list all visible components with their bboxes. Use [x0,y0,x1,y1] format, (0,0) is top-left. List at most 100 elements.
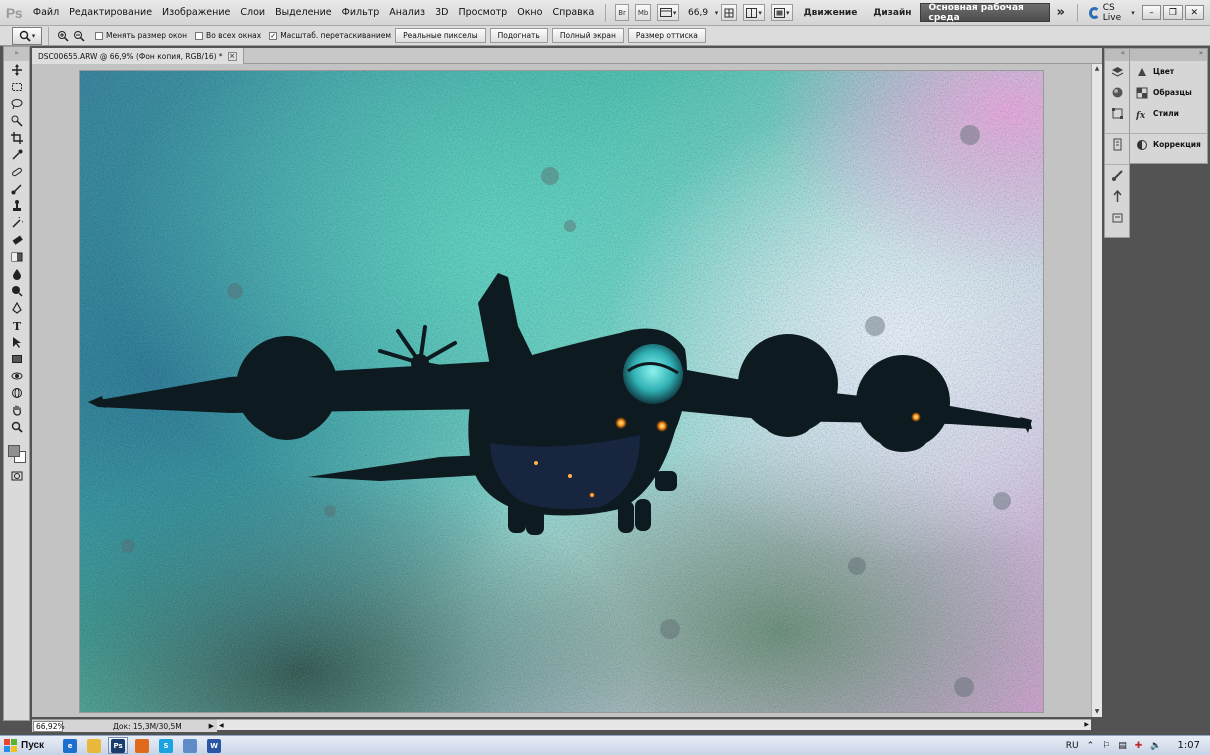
menu-item[interactable]: 3D [430,7,453,18]
pen-tool[interactable] [4,299,29,316]
photoshop-app[interactable]: Ps [108,737,129,754]
minimize-button[interactable]: – [1141,5,1162,20]
menu-item[interactable]: Выделение [270,7,337,18]
color-swatches[interactable] [4,439,29,467]
3d-orbit-tool[interactable] [4,384,29,401]
layers-icon[interactable] [1105,61,1129,82]
shape-tool[interactable] [4,350,29,367]
zoom-tool[interactable] [4,418,29,435]
language-indicator[interactable]: RU [1066,741,1079,751]
brush-tool[interactable] [4,180,29,197]
3d-rotate-tool[interactable] [4,367,29,384]
print-size-button[interactable]: Размер оттиска [627,28,706,43]
scroll-up-icon[interactable]: ▲ [1092,64,1102,74]
start-button[interactable]: Пуск [0,737,52,755]
close-tab-icon[interactable]: × [227,51,237,61]
menu-item[interactable]: Анализ [384,7,430,18]
menu-item[interactable]: Фильтр [337,7,385,18]
paths-icon[interactable] [1105,103,1129,124]
skype-app[interactable]: S [156,737,176,754]
tools-panel-header[interactable]: » [4,47,29,61]
move-tool[interactable] [4,61,29,78]
vertical-scrollbar[interactable]: ▲ ▼ [1091,64,1102,717]
scroll-left-icon[interactable]: ◀ [217,722,224,729]
network-icon[interactable]: ▤ [1118,741,1127,751]
firefox-app[interactable] [132,737,152,754]
workspace-motion[interactable]: Движение [796,8,866,18]
menu-item[interactable]: Слои [235,7,270,18]
actual-pixels-button[interactable]: Реальные пикселы [395,28,486,43]
status-menu-icon[interactable]: ▶ [209,722,214,730]
more-workspaces-button[interactable]: » [1050,5,1070,20]
fill-screen-button[interactable]: Полный экран [551,28,624,43]
menu-item[interactable]: Просмотр [453,7,512,18]
volume-icon[interactable]: 🔈 [1150,741,1161,751]
menu-item[interactable]: Файл [28,7,64,18]
history-icon[interactable] [1105,134,1129,155]
quick-mask-button[interactable] [4,467,29,484]
gradient-tool[interactable] [4,248,29,265]
cs-live-button[interactable]: CS Live ▾ [1084,3,1140,23]
zoom-out-icon[interactable] [73,30,85,42]
chevron-down-icon[interactable]: ▾ [715,9,719,17]
panel-dock-header[interactable]: » [1130,49,1207,61]
panel-swatches[interactable]: Образцы [1130,82,1207,103]
eraser-tool[interactable] [4,231,29,248]
foreground-color-swatch[interactable] [8,445,20,457]
tool-presets-icon[interactable] [1105,207,1129,228]
clock[interactable]: 1:07 [1178,740,1200,751]
zoom-field[interactable]: 66,92% [33,720,65,732]
ie-app[interactable]: e [60,737,80,754]
tray-expand-icon[interactable]: ⌃ [1087,741,1095,751]
menu-item[interactable]: Окно [512,7,547,18]
horizontal-scrollbar[interactable]: ◀ ▶ [217,719,1091,730]
eyedropper-tool[interactable] [4,146,29,163]
marquee-tool[interactable] [4,78,29,95]
workspace-design[interactable]: Дизайн [865,8,919,18]
scroll-right-icon[interactable]: ▶ [1084,721,1089,728]
explorer-app[interactable] [84,737,104,754]
document-tab[interactable]: DSC00655.ARW @ 66,9% (Фон копия, RGB/16)… [32,48,244,64]
menu-item[interactable]: Справка [547,7,599,18]
resize-windows-checkbox[interactable]: Менять размер окон [95,31,187,40]
bridge-button[interactable]: Br [615,4,629,21]
canvas-area[interactable] [32,64,1091,717]
arrange-documents-button[interactable]: ▾ [743,4,765,21]
document-image[interactable] [80,71,1043,712]
clone-stamp-tool[interactable] [4,197,29,214]
hand-tool-button[interactable] [721,4,738,21]
action-center-icon[interactable]: ⚐ [1102,741,1110,751]
mini-bridge-button[interactable]: Mb [634,4,652,21]
security-icon[interactable]: ✚ [1135,741,1143,751]
history-brush-tool[interactable] [4,214,29,231]
panel-color[interactable]: Цвет [1130,61,1207,82]
menu-item[interactable]: Изображение [157,7,235,18]
panel-adjustments[interactable]: Коррекция [1130,134,1207,155]
type-tool[interactable]: T [4,316,29,333]
word-app[interactable]: W [204,737,224,754]
restore-button[interactable]: ❐ [1163,5,1183,20]
scroll-down-icon[interactable]: ▼ [1092,707,1102,717]
menu-item[interactable]: Редактирование [64,7,157,18]
zoom-in-icon[interactable] [57,30,69,42]
panel-dock-header[interactable]: « [1105,49,1129,61]
lasso-tool[interactable] [4,95,29,112]
crop-tool[interactable] [4,129,29,146]
quick-select-tool[interactable] [4,112,29,129]
spot-healing-tool[interactable] [4,163,29,180]
channels-icon[interactable] [1105,82,1129,103]
scrubby-zoom-checkbox[interactable]: ✓ Масштаб. перетаскиванием [269,31,391,40]
view-extras-button[interactable]: ▾ [657,4,680,21]
screen-mode-button[interactable]: ▾ [770,4,793,21]
zoom-level-select[interactable]: 66,9 [682,8,713,18]
hand-tool[interactable] [4,401,29,418]
brushes-icon[interactable] [1105,165,1129,186]
close-button[interactable]: ✕ [1184,5,1205,20]
fit-screen-button[interactable]: Подогнать [489,28,548,43]
clone-source-icon[interactable] [1105,186,1129,207]
window-app[interactable] [180,737,200,754]
all-windows-checkbox[interactable]: Во всех окнах [195,31,261,40]
panel-styles[interactable]: fx Стили [1130,103,1207,124]
path-select-tool[interactable] [4,333,29,350]
tool-preset-picker[interactable]: ▾ [12,26,42,45]
